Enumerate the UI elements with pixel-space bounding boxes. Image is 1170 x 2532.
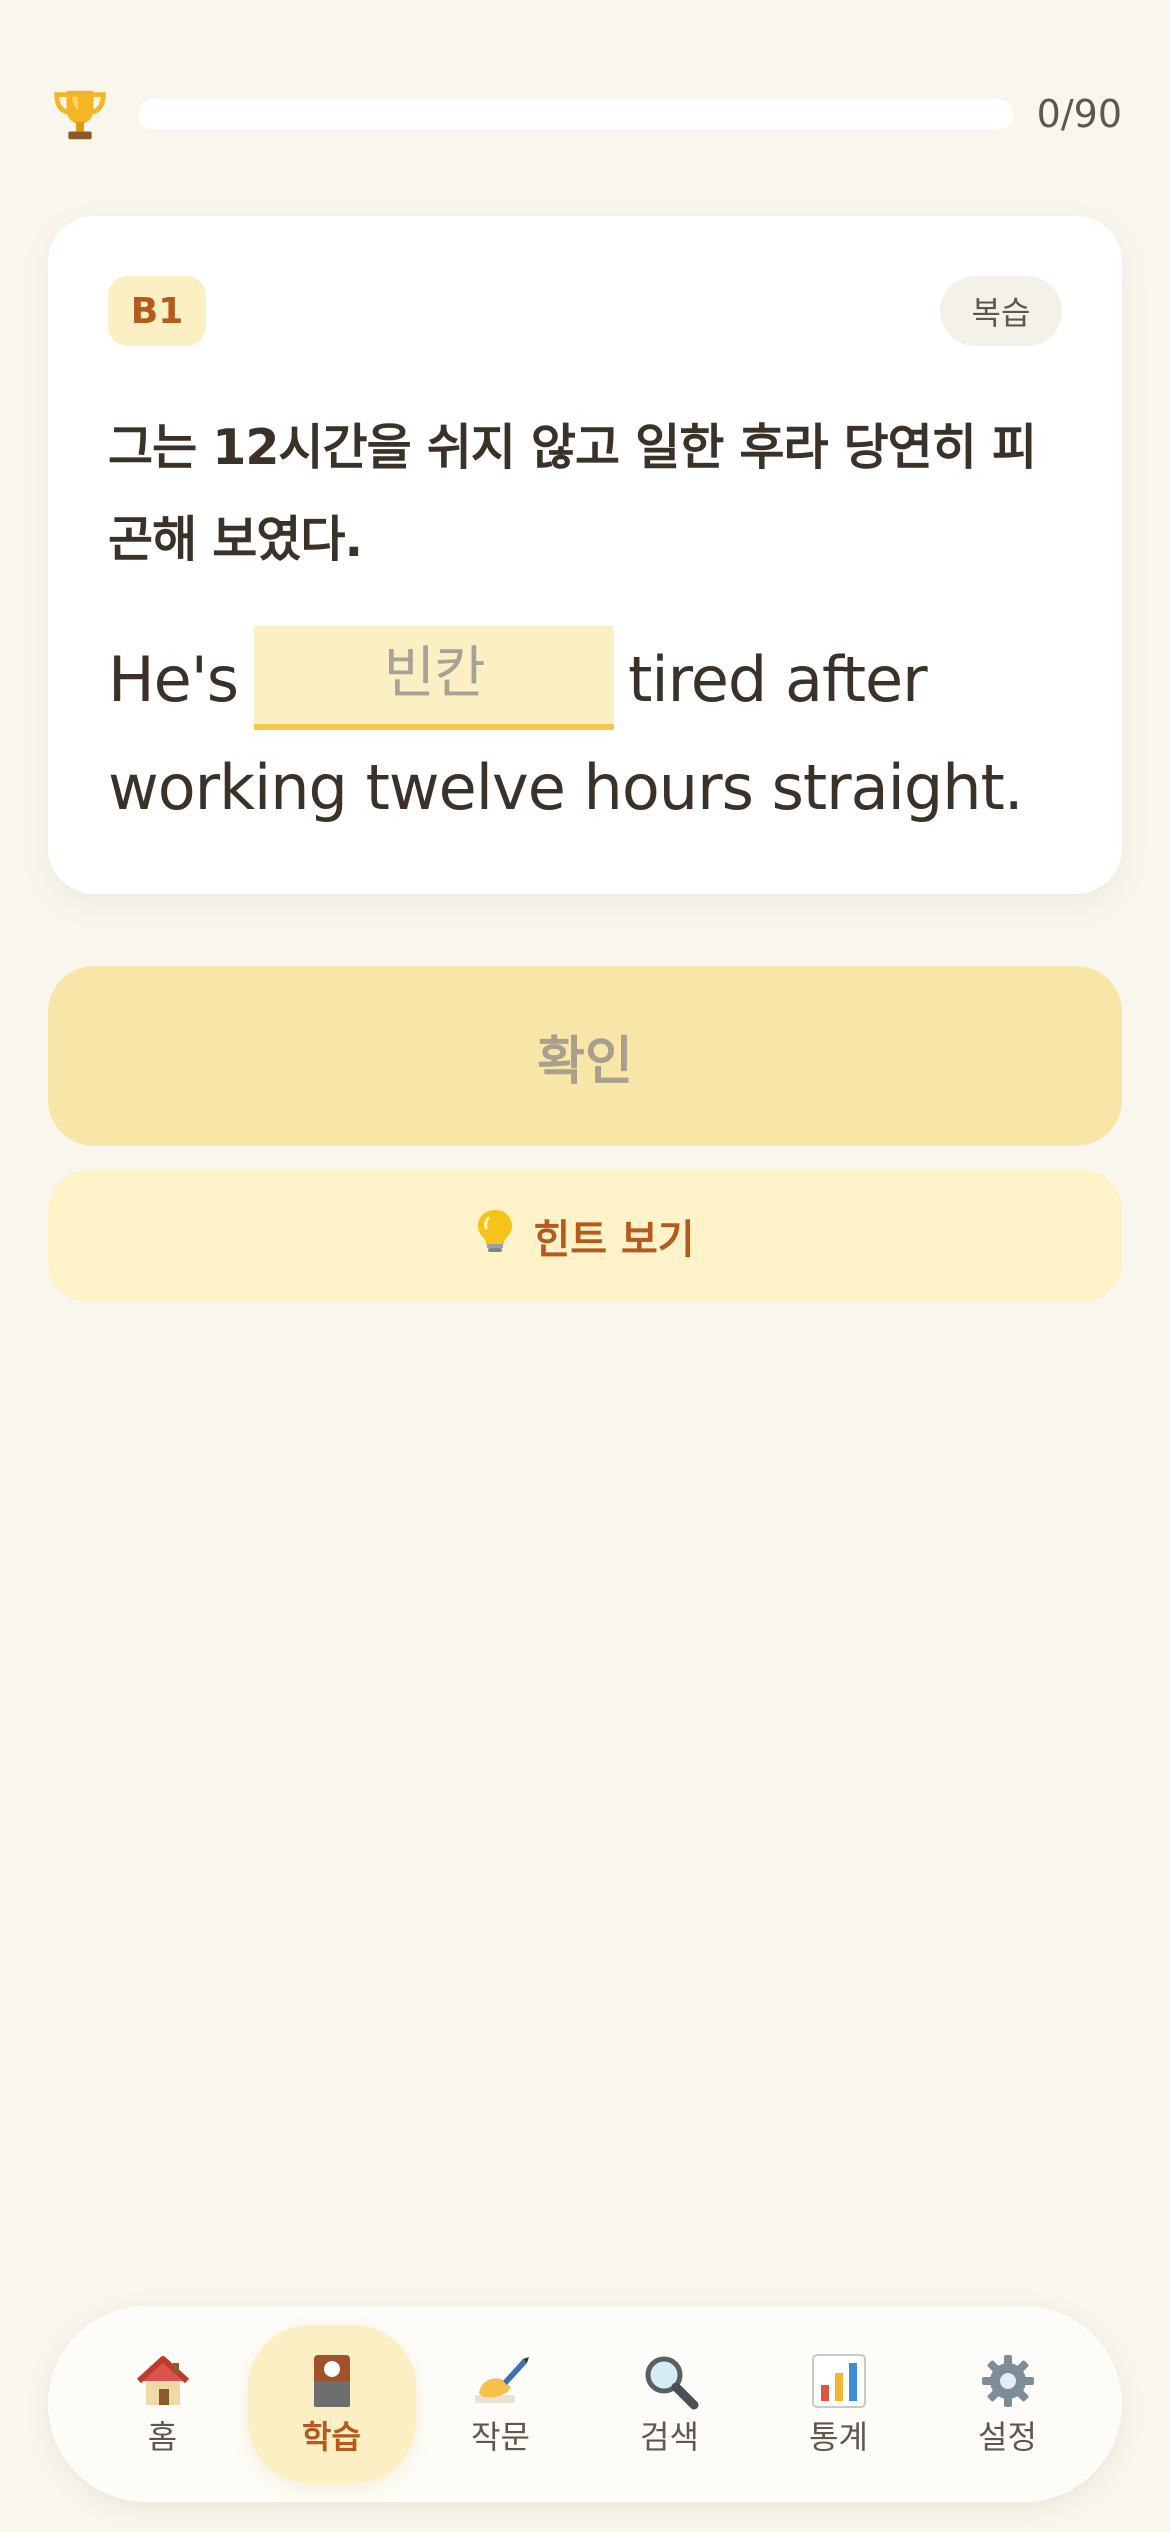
- house-icon: [131, 2349, 195, 2413]
- hint-button[interactable]: 힌트 보기: [48, 1170, 1122, 1302]
- nav-item-search[interactable]: 검색: [586, 2325, 754, 2483]
- review-badge: 복습: [940, 276, 1062, 346]
- progress-count: 0/90: [1036, 92, 1122, 136]
- trophy-icon: [48, 82, 112, 146]
- progress-bar: [138, 99, 1013, 129]
- nav-item-settings[interactable]: 설정: [924, 2325, 1092, 2483]
- nav-label-search: 검색: [640, 2418, 699, 2456]
- progress-row: 0/90: [48, 82, 1122, 146]
- bar-chart-icon: [807, 2349, 871, 2413]
- confirm-button[interactable]: 확인: [48, 966, 1122, 1146]
- writing-hand-icon: [469, 2349, 533, 2413]
- gear-icon: [976, 2349, 1040, 2413]
- question-card: B1 복습 그는 12시간을 쉬지 않고 일한 후라 당연히 피곤해 보였다. …: [48, 216, 1122, 894]
- english-sentence: He's 빈칸 tired after working twelve hours s…: [108, 626, 1088, 842]
- nav-label-study: 학습: [302, 2418, 361, 2456]
- korean-sentence: 그는 12시간을 쉬지 않고 일한 후라 당연히 피곤해 보였다.: [108, 419, 1037, 568]
- bottom-nav: 홈 학습 작문 검색 통계 설정: [48, 2306, 1122, 2502]
- nav-item-study[interactable]: 학습: [247, 2325, 416, 2483]
- flashcard-icon: [300, 2349, 364, 2413]
- nav-item-stats[interactable]: 통계: [755, 2325, 923, 2483]
- nav-item-writing[interactable]: 작문: [417, 2325, 585, 2483]
- blank-input[interactable]: 빈칸: [254, 626, 615, 730]
- app-screen: 0/90 B1 복습 그는 12시간을 쉬지 않고 일한 후라 당연히 피곤해 …: [0, 0, 1170, 2532]
- sentence-before-blank: He's: [108, 643, 239, 716]
- nav-label-settings: 설정: [978, 2418, 1037, 2456]
- level-badge: B1: [108, 276, 206, 346]
- hint-label: 힌트 보기: [533, 1217, 695, 1263]
- nav-label-home: 홈: [147, 2418, 178, 2456]
- nav-item-home[interactable]: 홈: [79, 2325, 247, 2483]
- lightbulb-icon: [475, 1208, 515, 1264]
- nav-label-writing: 작문: [471, 2418, 530, 2456]
- magnifier-icon: [638, 2349, 702, 2413]
- nav-label-stats: 통계: [809, 2418, 868, 2456]
